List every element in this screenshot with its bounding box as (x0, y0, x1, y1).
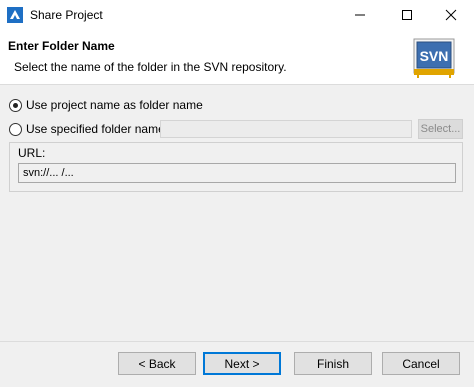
minimize-icon (355, 14, 365, 16)
cancel-button[interactable]: Cancel (382, 352, 460, 375)
close-button[interactable] (428, 0, 474, 30)
url-group: URL: svn://... /... (9, 142, 463, 192)
folder-name-input[interactable] (160, 120, 412, 138)
wizard-banner: Enter Folder Name Select the name of the… (0, 30, 474, 85)
svn-logo-icon: SVN (413, 38, 455, 78)
back-button[interactable]: < Back (118, 352, 196, 375)
page-description: Select the name of the folder in the SVN… (14, 60, 287, 74)
select-folder-button[interactable]: Select... (418, 119, 463, 139)
maximize-button[interactable] (384, 0, 430, 30)
window-title: Share Project (30, 8, 103, 22)
url-field: svn://... /... (18, 163, 456, 183)
close-icon (445, 9, 457, 21)
finish-button[interactable]: Finish (294, 352, 372, 375)
svg-text:SVN: SVN (420, 48, 449, 64)
use-specified-name-label: Use specified folder name: (26, 122, 169, 136)
eclipse-share-icon (7, 7, 23, 23)
use-specified-name-radio[interactable] (9, 122, 22, 136)
use-project-name-option[interactable]: Use project name as folder name (9, 98, 203, 112)
title-bar: Share Project (0, 0, 474, 30)
use-project-name-label: Use project name as folder name (26, 98, 203, 112)
footer-divider (0, 341, 474, 342)
use-specified-name-option[interactable]: Use specified folder name: (9, 122, 168, 136)
maximize-icon (402, 10, 412, 20)
page-title: Enter Folder Name (8, 39, 115, 53)
url-label: URL: (18, 146, 46, 160)
next-button[interactable]: Next > (203, 352, 281, 375)
use-project-name-radio[interactable] (9, 98, 22, 112)
minimize-button[interactable] (337, 0, 383, 30)
